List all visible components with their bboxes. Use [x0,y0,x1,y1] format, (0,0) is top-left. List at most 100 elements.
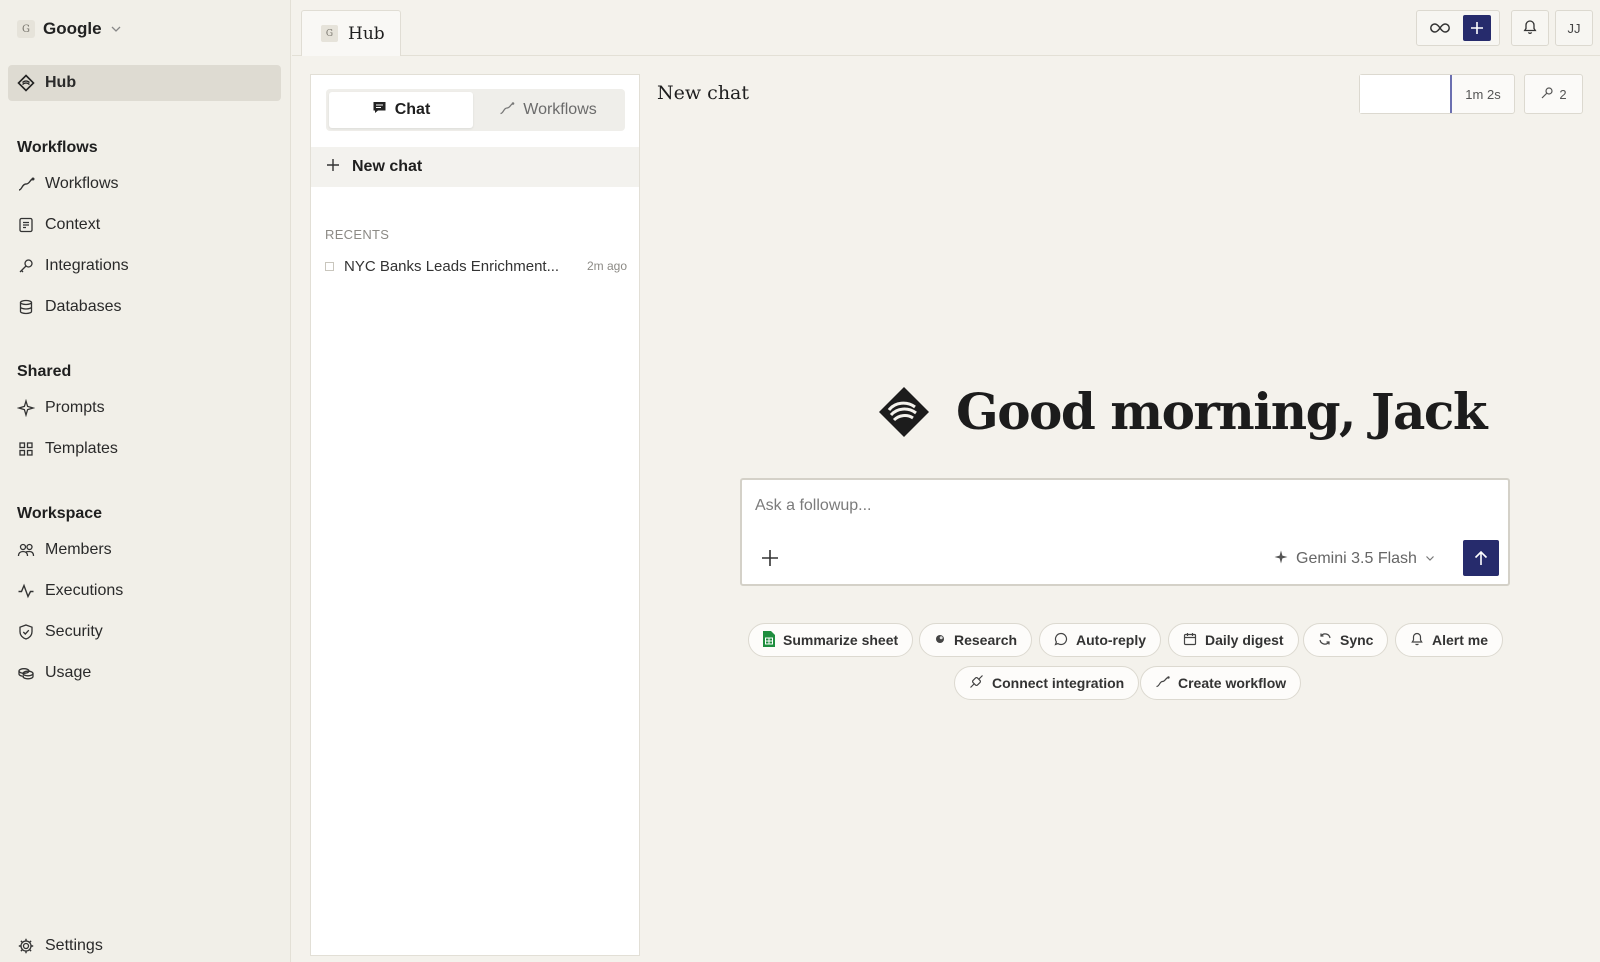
chip-label: Create workflow [1178,675,1287,691]
chip-daily-digest[interactable]: Daily digest [1168,623,1299,657]
chip-label: Sync [1340,632,1374,648]
research-icon [934,632,946,648]
sidebar-item-usage[interactable]: Usage [8,655,281,691]
panel-tabs: Chat Workflows [326,89,625,131]
sidebar-item-workflows[interactable]: Workflows [8,166,281,202]
infinity-button[interactable] [1417,11,1463,45]
recent-chat-name: NYC Banks Leads Enrichment... [344,257,560,275]
chat-list-panel: Chat Workflows New chat RECENTS NYC Bank… [310,74,640,956]
greeting: Good morning, Jack [876,382,1487,441]
timer-progress [1360,75,1452,113]
sparkle-icon [17,399,35,417]
sidebar-item-settings[interactable]: Settings [8,928,281,962]
sidebar-item-context[interactable]: Context [8,207,281,243]
run-timer[interactable]: 1m 2s [1359,74,1515,114]
database-icon [17,298,35,316]
chip-label: Daily digest [1205,632,1284,648]
sidebar-item-label: Prompts [45,399,105,416]
chip-label: Connect integration [992,675,1125,691]
sidebar-item-label: Members [45,541,112,558]
new-chat-button[interactable]: New chat [311,147,639,187]
sidebar-item-label: Workflows [45,175,119,192]
key-icon [1540,86,1554,103]
recent-chat-time: 2m ago [586,259,627,273]
page-title: New chat [657,82,750,104]
workspace-name: Google [43,19,102,38]
activity-icon [17,582,35,600]
integrations-count-button[interactable]: 2 [1524,74,1583,114]
greeting-text: Good morning, Jack [956,382,1487,441]
sidebar-item-templates[interactable]: Templates [8,431,281,467]
shield-icon [17,623,35,641]
chip-summarize-sheet[interactable]: Summarize sheet [748,623,914,657]
workflow-icon [1155,674,1170,692]
chip-auto-reply[interactable]: Auto-reply [1039,623,1161,657]
bell-icon [1410,632,1424,649]
chip-create-workflow[interactable]: Create workflow [1140,666,1302,700]
workflow-icon [499,100,515,121]
sidebar-item-hub[interactable]: Hub [8,65,281,101]
message-input[interactable] [755,492,1455,520]
chip-sync[interactable]: Sync [1303,623,1389,657]
key-icon [17,257,35,275]
tab-hub[interactable]: G Hub [301,10,401,56]
chevron-down-icon [1425,550,1435,568]
plus-icon [326,158,340,177]
tab-workflows-label: Workflows [523,101,597,118]
tab-chat-label: Chat [394,101,431,118]
sidebar-item-executions[interactable]: Executions [8,573,281,609]
bell-icon [1522,19,1538,38]
refresh-icon [1318,632,1332,649]
plug-icon [969,674,984,692]
top-bar: G Hub JJ [292,0,1600,56]
document-icon [17,216,35,234]
sidebar: G Google Hub Workflows Workflows Context… [0,0,291,962]
new-chat-label: New chat [352,158,423,175]
section-workspace: Workspace [17,505,103,522]
sidebar-item-label: Templates [45,440,118,457]
sidebar-item-label: Usage [45,664,92,681]
model-name: Gemini 3.5 Flash [1296,550,1417,567]
gear-icon [17,937,35,955]
sidebar-item-label: Context [45,216,101,233]
sidebar-item-label: Settings [45,937,103,954]
chat-item-icon [325,261,334,271]
calendar-icon [1183,632,1197,649]
chip-connect-integration[interactable]: Connect integration [954,666,1140,700]
workspace-badge: G [17,20,35,38]
coins-icon [17,664,35,682]
add-button[interactable] [1463,15,1491,41]
chip-research[interactable]: Research [919,623,1033,657]
sidebar-item-label: Databases [45,298,122,315]
tab-workflows[interactable]: Workflows [476,92,620,128]
chip-alert-me[interactable]: Alert me [1395,623,1504,657]
section-workflows: Workflows [17,139,98,156]
grid-icon [17,440,35,458]
send-button[interactable] [1463,540,1499,576]
workspace-switcher[interactable]: G Google [17,17,122,41]
list-item[interactable]: NYC Banks Leads Enrichment... 2m ago [325,255,627,277]
chip-label: Alert me [1432,632,1489,648]
sidebar-item-integrations[interactable]: Integrations [8,248,281,284]
tab-badge: G [321,25,338,42]
workflow-icon [17,175,35,193]
sidebar-item-label: Hub [45,74,77,91]
section-shared: Shared [17,363,72,380]
model-selector[interactable]: Gemini 3.5 Flash [1274,547,1435,571]
message-circle-icon [1054,632,1068,649]
sidebar-item-members[interactable]: Members [8,532,281,568]
chip-label: Research [954,632,1018,648]
avatar[interactable]: JJ [1555,10,1593,46]
sidebar-item-databases[interactable]: Databases [8,289,281,325]
tab-chat[interactable]: Chat [329,92,473,128]
chat-composer: Gemini 3.5 Flash [740,478,1510,586]
chat-bubble-icon [372,100,387,120]
sidebar-item-prompts[interactable]: Prompts [8,390,281,426]
recents-heading: RECENTS [325,227,390,242]
sidebar-item-label: Security [45,623,103,640]
attach-button[interactable] [758,546,782,570]
notifications-button[interactable] [1511,10,1549,46]
sidebar-item-security[interactable]: Security [8,614,281,650]
chevron-down-icon [110,23,122,35]
timer-value: 1m 2s [1465,86,1501,102]
